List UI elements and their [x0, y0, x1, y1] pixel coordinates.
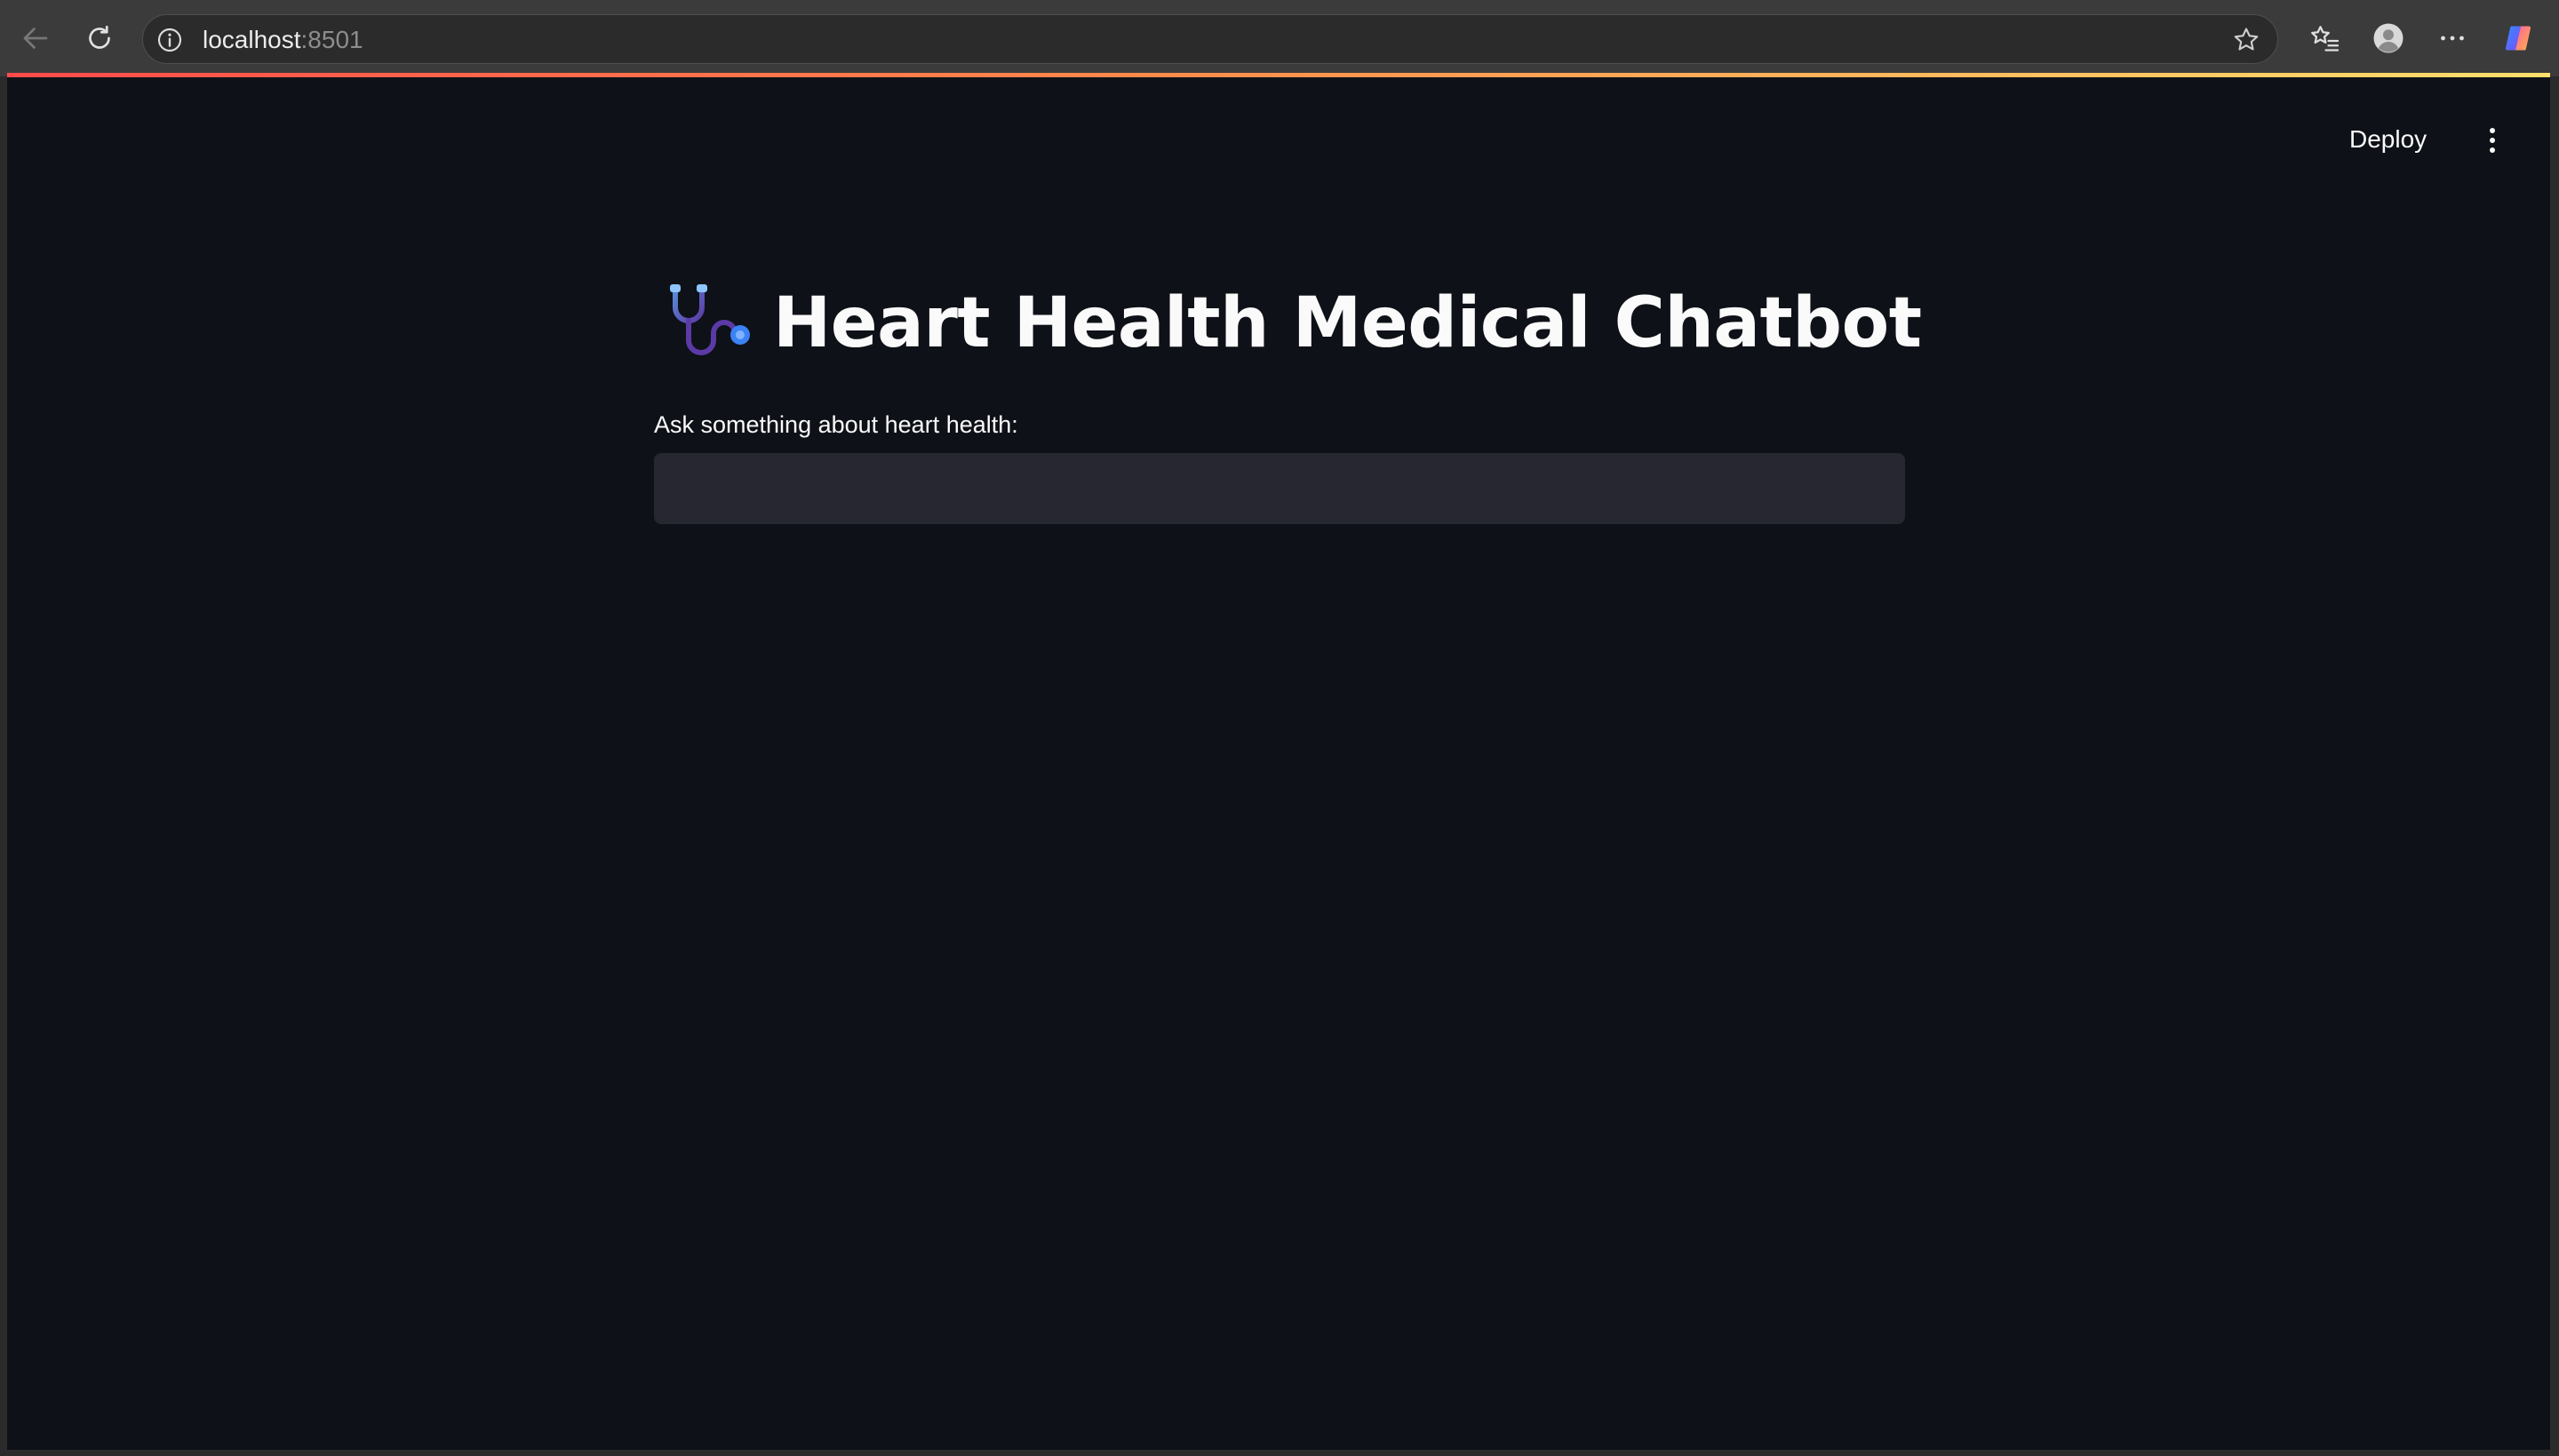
favorite-star-icon[interactable]: [2231, 25, 2261, 55]
title-text: Heart Health Medical Chatbot: [773, 283, 1922, 363]
app-viewport: Deploy Heart Health Medical Chatbot Ask …: [7, 73, 2550, 1450]
more-vertical-icon: [2490, 128, 2495, 153]
question-input[interactable]: [654, 453, 1905, 524]
favorites-list-icon: [2311, 26, 2340, 52]
reload-button[interactable]: [76, 15, 123, 61]
copilot-icon: [2505, 26, 2531, 51]
url-host: localhost: [203, 26, 301, 53]
main-menu-button[interactable]: [2475, 123, 2510, 158]
deploy-button[interactable]: Deploy: [2349, 123, 2427, 155]
more-horizontal-icon: [2441, 36, 2464, 41]
url-port: :8501: [300, 26, 363, 53]
address-bar[interactable]: localhost:8501: [142, 14, 2278, 64]
copilot-button[interactable]: [2495, 15, 2541, 61]
reload-icon: [89, 25, 110, 49]
profile-button[interactable]: [2365, 15, 2412, 61]
browser-menu-button[interactable]: [2429, 15, 2475, 61]
back-arrow-icon: [23, 28, 48, 49]
url-text[interactable]: localhost:8501: [203, 27, 363, 53]
back-button[interactable]: [12, 15, 59, 61]
favorites-button[interactable]: [2301, 15, 2348, 61]
browser-toolbar: localhost:8501: [0, 0, 2559, 76]
site-info-icon[interactable]: [155, 26, 184, 54]
header-decoration: [7, 73, 2550, 77]
stethoscope-icon: [670, 284, 750, 355]
page-title: Heart Health Medical Chatbot: [665, 279, 1922, 368]
question-label: Ask something about heart health:: [654, 411, 1018, 438]
avatar-icon: [2373, 23, 2404, 53]
